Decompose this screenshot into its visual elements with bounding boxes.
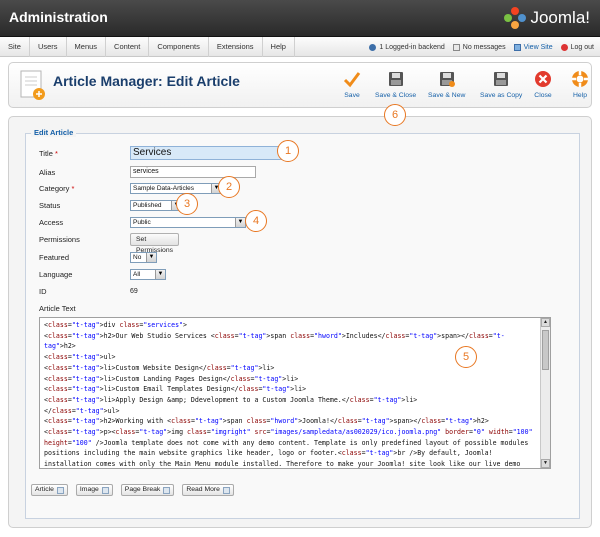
read-more-button[interactable]: Read More (182, 484, 234, 496)
language-select[interactable]: All ▼ (130, 268, 166, 280)
article-button[interactable]: Article (31, 484, 68, 496)
read-more-icon (222, 486, 230, 494)
messages-text: No messages (462, 43, 506, 51)
chevron-down-icon: ▼ (235, 217, 245, 227)
menu-components[interactable]: Components (149, 37, 209, 57)
help-label: Help (573, 92, 587, 99)
chevron-down-icon: ▼ (155, 269, 165, 279)
access-select[interactable]: Public ▼ (130, 216, 246, 228)
id-value: 69 (130, 287, 138, 295)
scroll-thumb[interactable] (542, 330, 549, 370)
category-row: Category * Sample Data-Articles ▼ (39, 181, 222, 195)
disk-icon (386, 69, 406, 89)
category-select[interactable]: Sample Data-Articles ▼ (130, 182, 222, 194)
featured-select[interactable]: No ▼ (130, 251, 157, 263)
admin-title: Administration (9, 9, 108, 25)
article-page-icon (19, 70, 47, 102)
permissions-label: Permissions (39, 234, 80, 244)
menu-users[interactable]: Users (30, 37, 67, 57)
help-button[interactable]: Help (570, 69, 590, 105)
check-icon (342, 69, 362, 89)
admin-header: Administration Joomla! (0, 0, 600, 37)
set-permissions-button[interactable]: Set Permissions (130, 232, 180, 254)
page-title: Article Manager: Edit Article (53, 73, 240, 89)
save-button[interactable]: Save (342, 69, 362, 105)
status-row: Status Published▼ (39, 198, 182, 212)
image-button[interactable]: Image (75, 484, 113, 496)
scroll-up-icon[interactable]: ▲ (541, 318, 550, 327)
close-button[interactable]: Close (533, 69, 553, 105)
save-copy-button[interactable]: Save as Copy (480, 69, 522, 105)
monitor-icon (513, 43, 521, 51)
main-panel: Edit Article Title * Services Alias serv… (8, 116, 592, 528)
joomla-mark-icon (504, 7, 527, 29)
scroll-down-icon[interactable]: ▼ (541, 459, 550, 468)
save-close-label: Save & Close (375, 92, 417, 99)
close-label: Close (534, 92, 552, 99)
logout-icon (560, 43, 568, 51)
category-label: Category * (39, 183, 75, 193)
edit-article-legend: Edit Article (31, 128, 77, 137)
title-input[interactable]: Services (130, 146, 282, 160)
alias-input[interactable]: services (130, 166, 256, 178)
access-label: Access (39, 217, 64, 227)
title-label: Title * (39, 148, 58, 158)
page-break-button[interactable]: Page Break (120, 484, 175, 496)
save-copy-label: Save as Copy (480, 92, 523, 99)
view-site-link[interactable]: View Site (513, 43, 553, 51)
language-row: Language All ▼ (39, 267, 166, 281)
users-icon (369, 43, 377, 51)
callout-5: 5 (455, 346, 477, 368)
logout-link[interactable]: Log out (560, 43, 594, 51)
mail-icon (452, 43, 460, 51)
save-label: Save (344, 92, 360, 99)
logout-text: Log out (570, 43, 594, 51)
joomla-wordmark: Joomla! (530, 8, 590, 27)
chevron-down-icon: ▼ (146, 252, 156, 262)
alias-label: Alias (39, 167, 56, 177)
toolbar-panel: Article Manager: Edit Article Save Save … (8, 62, 592, 108)
close-icon (533, 69, 553, 89)
article-icon (56, 486, 64, 494)
editor-content[interactable]: <class="t-tag">div class="services"> <cl… (40, 318, 550, 468)
editor-scrollbar[interactable]: ▲ ▼ (540, 318, 550, 468)
disk-copy-icon (491, 69, 511, 89)
callout-2: 2 (218, 176, 240, 198)
view-site-text: View Site (523, 43, 553, 51)
callout-1: 1 (277, 140, 299, 162)
access-row: Access Public ▼ (39, 215, 246, 229)
callout-3: 3 (176, 193, 198, 215)
menu-bar: Site Users Menus Content Components Exte… (0, 37, 600, 57)
featured-row: Featured No ▼ (39, 250, 157, 264)
messages-status: No messages (452, 43, 506, 51)
joomla-logo: Joomla! (504, 6, 590, 30)
featured-label: Featured (39, 252, 70, 262)
save-close-button[interactable]: Save & Close (375, 69, 416, 105)
language-label: Language (39, 269, 73, 279)
logged-in-text: 1 Logged-in backend (379, 43, 445, 51)
menu-extensions[interactable]: Extensions (209, 37, 263, 57)
article-text-editor[interactable]: <class="t-tag">div class="services"> <cl… (39, 317, 551, 469)
status-select[interactable]: Published▼ (130, 199, 182, 211)
editor-buttons: Article Image Page Break Read More (31, 484, 234, 496)
help-icon (570, 69, 590, 89)
callout-6: 6 (384, 104, 406, 126)
article-text-label: Article Text (39, 303, 76, 313)
id-label: ID (39, 286, 47, 296)
save-new-button[interactable]: Save & New (428, 69, 465, 105)
menu-content[interactable]: Content (106, 37, 150, 57)
save-new-label: Save & New (428, 92, 466, 99)
menu-menus[interactable]: Menus (67, 37, 107, 57)
menu-help[interactable]: Help (263, 37, 295, 57)
status-label: Status (39, 200, 61, 210)
page-break-icon (163, 486, 171, 494)
status-area: 1 Logged-in backend No messages View Sit… (369, 37, 594, 57)
main-menu: Site Users Menus Content Components Exte… (0, 37, 295, 57)
logged-in-status: 1 Logged-in backend (369, 43, 445, 51)
disk-plus-icon (437, 69, 457, 89)
callout-4: 4 (245, 210, 267, 232)
menu-site[interactable]: Site (0, 37, 30, 57)
image-icon (101, 486, 109, 494)
